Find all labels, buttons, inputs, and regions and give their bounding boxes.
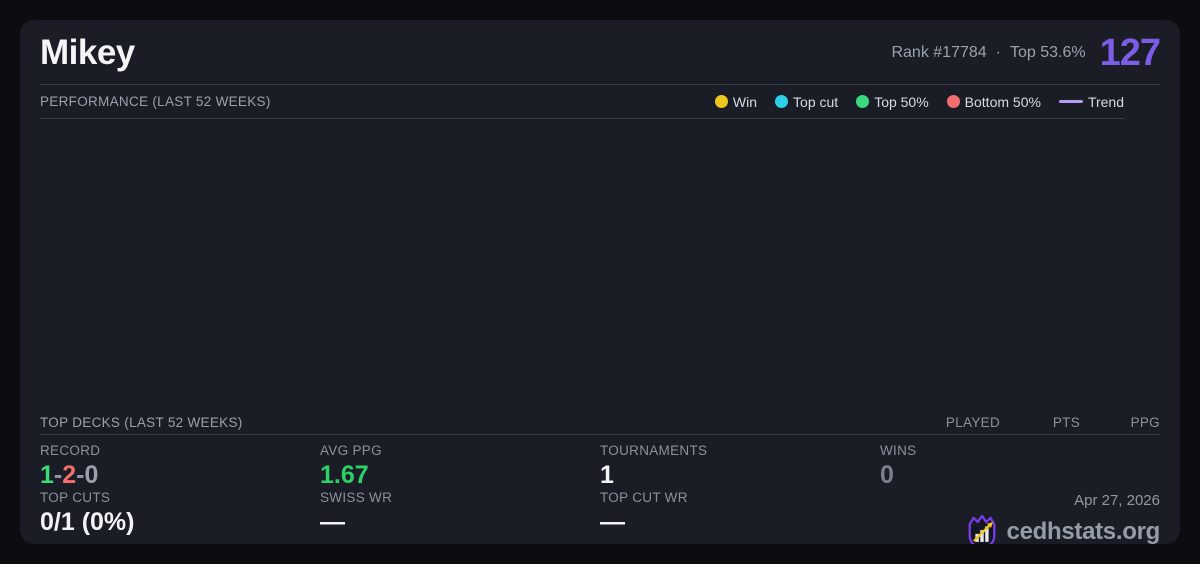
brand-text: cedhstats.org (1006, 518, 1161, 544)
stat-avg-ppg: AVG PPG 1.67 (320, 442, 600, 489)
stat-label: SWISS WR (320, 490, 393, 505)
legend-item-win[interactable]: Win (714, 93, 758, 110)
stats-summary: RECORD 1-2-0 AVG PPG 1.67 TOURNAMENTS 1 … (40, 435, 1160, 544)
stat-label: AVG PPG (320, 443, 382, 458)
percentile-label: Top 53.6% (1009, 44, 1086, 61)
record-draws: 0 (84, 461, 99, 489)
performance-header: PERFORMANCE (LAST 52 WEEKS) Win Top cut … (40, 85, 1124, 119)
player-stats-card: Mikey Rank #17784 · Top 53.6% 127 PERFOR… (20, 20, 1180, 544)
stat-value: — (320, 508, 345, 536)
stat-record: RECORD 1-2-0 (40, 442, 320, 489)
stat-label: RECORD (40, 443, 101, 458)
win-dot-icon (714, 95, 728, 108)
stat-tournaments: TOURNAMENTS 1 (600, 442, 880, 489)
stat-wins: WINS 0 (880, 442, 1160, 489)
legend-label: Trend (1087, 93, 1124, 110)
top-decks-title: TOP DECKS (LAST 52 WEEKS) (40, 415, 243, 430)
top-decks-header: TOP DECKS (LAST 52 WEEKS) PLAYED PTS PPG (40, 411, 1160, 435)
top-decks-columns: PLAYED PTS PPG (920, 415, 1160, 430)
legend-item-top-cut[interactable]: Top cut (775, 94, 838, 110)
stat-label: WINS (880, 443, 917, 458)
stat-value: 1-2-0 (40, 461, 320, 489)
column-header-played: PLAYED (945, 415, 1000, 430)
stat-value: 0/1 (0%) (40, 508, 135, 536)
stat-top-cut-wr: TOP CUT WR — (600, 489, 880, 544)
rank-label: Rank #17784 (891, 44, 987, 61)
generated-date: Apr 27, 2026 (1074, 492, 1160, 509)
legend-item-bottom-50[interactable]: Bottom 50% (946, 93, 1041, 110)
trend-line-icon (1058, 100, 1083, 103)
brand-link[interactable]: cedhstats.org (965, 513, 1160, 544)
legend-label: Top 50% (874, 93, 929, 110)
top-cut-dot-icon (775, 95, 789, 108)
player-score: 127 (1099, 31, 1161, 74)
stat-top-cuts: TOP CUTS 0/1 (0%) (40, 489, 320, 544)
stat-value: 1 (600, 461, 614, 489)
legend-label: Win (732, 93, 758, 110)
stat-label: TOP CUTS (40, 490, 111, 505)
performance-title: PERFORMANCE (LAST 52 WEEKS) (40, 94, 271, 109)
stat-value: — (600, 508, 625, 536)
rank-line: Rank #17784 · Top 53.6% (891, 44, 1085, 62)
column-header-pts: PTS (1052, 415, 1080, 430)
stat-value: 0 (880, 461, 894, 489)
stat-label: TOP CUT WR (600, 490, 688, 505)
stats-row-bottom: TOP CUTS 0/1 (0%) SWISS WR — TOP CUT WR … (40, 489, 1160, 544)
cedhstats-logo-icon (968, 514, 995, 544)
chart-legend: Win Top cut Top 50% Bottom 50% Trend (714, 93, 1124, 110)
card-header: Mikey Rank #17784 · Top 53.6% 127 (40, 20, 1161, 85)
legend-label: Top cut (793, 93, 839, 110)
rank-separator: · (995, 44, 1001, 61)
stat-swiss-wr: SWISS WR — (320, 489, 600, 544)
stat-value: 1.67 (320, 461, 369, 489)
legend-item-trend[interactable]: Trend (1058, 93, 1124, 110)
header-rank-group: Rank #17784 · Top 53.6% 127 (891, 31, 1161, 75)
record-losses: 2 (62, 461, 77, 489)
legend-item-top-50[interactable]: Top 50% (856, 93, 929, 110)
record-wins: 1 (40, 461, 54, 489)
stat-label: TOURNAMENTS (600, 443, 708, 458)
top-50-dot-icon (856, 95, 870, 108)
performance-chart-area (40, 119, 1160, 411)
legend-label: Bottom 50% (964, 93, 1041, 110)
record-separator: - (53, 461, 63, 489)
footer-meta: Apr 27, 2026 cedhstats.org (880, 489, 1160, 544)
page-title: Mikey (40, 33, 135, 72)
bottom-50-dot-icon (946, 95, 960, 108)
column-header-ppg: PPG (1130, 415, 1160, 430)
stats-row-top: RECORD 1-2-0 AVG PPG 1.67 TOURNAMENTS 1 … (40, 442, 1160, 489)
